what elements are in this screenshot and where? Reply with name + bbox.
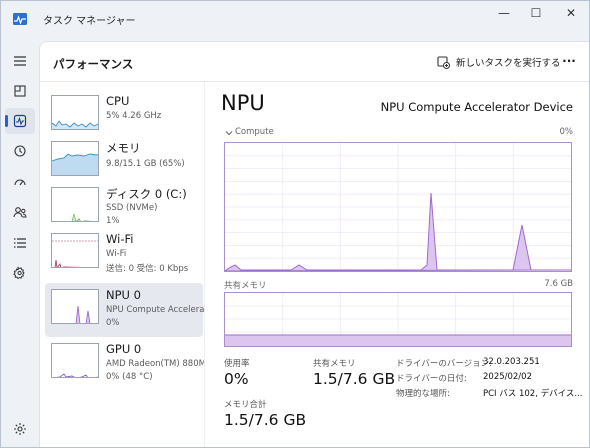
device-type: NPU Compute Accelerator Device xyxy=(106,305,204,315)
usage-label: 使用率 xyxy=(224,359,250,369)
physical-location-value: PCI バス 102, デバイス... xyxy=(483,389,583,399)
performance-page: パフォーマンス 新しいタスクを実行する ··· CPU 5% 4.26 GHz xyxy=(39,41,589,447)
task-manager-icon xyxy=(13,13,27,25)
npu-thumbnail-graph xyxy=(51,289,99,324)
device-full-name: NPU Compute Accelerator Device xyxy=(380,100,573,114)
memory-thumbnail-graph xyxy=(51,141,99,176)
shared-memory-graph xyxy=(224,292,572,347)
compute-graph-plot xyxy=(225,143,571,271)
window-title: タスク マネージャー xyxy=(43,16,136,27)
chevron-down-icon[interactable] xyxy=(225,129,233,137)
device-name: Wi-Fi xyxy=(106,232,134,246)
list-divider xyxy=(204,82,205,447)
navigation-rail xyxy=(1,39,39,447)
compute-graph-max: 0% xyxy=(559,127,574,137)
run-task-icon xyxy=(437,55,450,69)
device-usage-temp: 0% (48 °C) xyxy=(106,372,153,382)
disk-thumbnail-graph xyxy=(51,187,99,222)
settings-button[interactable] xyxy=(9,419,31,439)
nav-services[interactable] xyxy=(5,260,35,286)
device-detail: 5% 4.26 GHz xyxy=(106,111,162,121)
gear-icon xyxy=(14,423,26,435)
page-title: パフォーマンス xyxy=(53,57,134,71)
device-usage: 0% xyxy=(106,318,120,328)
device-name: GPU 0 xyxy=(106,342,142,356)
header-divider xyxy=(40,81,589,82)
run-new-task-label: 新しいタスクを実行する xyxy=(456,58,561,69)
device-item-wifi[interactable]: Wi-Fi Wi-Fi 送信: 0 受信: 0 Kbps xyxy=(45,227,203,281)
npu-detail-pane: NPU NPU Compute Accelerator Device Compu… xyxy=(212,86,589,447)
processes-icon xyxy=(14,85,26,97)
app-history-icon xyxy=(14,145,26,157)
minimize-button[interactable]: — xyxy=(490,5,518,21)
title-bar[interactable]: タスク マネージャー — ☐ ✕ xyxy=(1,1,589,37)
nav-processes[interactable] xyxy=(5,78,35,104)
task-manager-window: タスク マネージャー — ☐ ✕ パフォーマンス 新しいタスクを実行する ···… xyxy=(0,0,590,448)
device-type: AMD Radeon(TM) 880M xyxy=(106,359,204,369)
users-icon xyxy=(13,207,27,218)
device-throughput: 送信: 0 受信: 0 Kbps xyxy=(106,264,189,274)
nav-users[interactable] xyxy=(5,199,35,225)
physical-location-label: 物理的な場所: xyxy=(396,389,450,399)
device-detail: 9.8/15.1 GB (65%) xyxy=(106,159,185,169)
shared-memory-value: 1.5/7.6 GB xyxy=(313,370,396,388)
nav-startup-apps[interactable] xyxy=(5,169,35,195)
device-type: SSD (NVMe) xyxy=(106,203,158,213)
memory-total-label: メモリ合計 xyxy=(224,400,267,410)
hamburger-menu-icon xyxy=(14,56,26,66)
shared-memory-graph-label: 共有メモリ xyxy=(224,281,267,291)
compute-graph xyxy=(224,142,572,272)
shared-memory-graph-plot xyxy=(225,293,571,346)
close-button[interactable]: ✕ xyxy=(557,5,585,21)
run-new-task-button[interactable]: 新しいタスクを実行する xyxy=(437,52,561,72)
details-icon xyxy=(14,238,26,248)
device-name: メモリ xyxy=(106,141,141,155)
nav-details[interactable] xyxy=(5,230,35,256)
driver-date-label: ドライバーの日付: xyxy=(396,374,467,384)
device-title: NPU xyxy=(221,91,265,115)
shared-memory-graph-max: 7.6 GB xyxy=(544,279,573,289)
compute-graph-label[interactable]: Compute xyxy=(235,127,274,137)
wifi-thumbnail-graph xyxy=(51,233,99,268)
device-list: CPU 5% 4.26 GHz メモリ 9.8/15.1 GB (65%) ディ… xyxy=(42,86,204,447)
nav-performance[interactable] xyxy=(5,108,35,134)
nav-menu-button[interactable] xyxy=(5,48,35,74)
nav-app-history[interactable] xyxy=(5,138,35,164)
more-options-button[interactable]: ··· xyxy=(558,52,580,72)
device-type: Wi-Fi xyxy=(106,249,127,259)
device-name: ディスク 0 (C:) xyxy=(106,187,187,201)
device-usage: 1% xyxy=(106,216,120,226)
driver-version-label: ドライバーのバージョン: xyxy=(396,359,493,369)
maximize-button[interactable]: ☐ xyxy=(522,5,550,21)
usage-value: 0% xyxy=(224,370,249,388)
startup-apps-icon xyxy=(14,179,26,186)
shared-memory-label: 共有メモリ xyxy=(313,359,356,369)
driver-version-value: 32.0.203.251 xyxy=(483,357,540,367)
driver-date-value: 2025/02/02 xyxy=(483,372,532,382)
device-item-npu[interactable]: NPU 0 NPU Compute Accelerator Device 0% xyxy=(45,283,204,337)
device-name: CPU xyxy=(106,94,130,108)
device-name: NPU 0 xyxy=(106,288,141,302)
performance-icon xyxy=(13,114,27,128)
services-icon xyxy=(13,266,25,280)
gpu-thumbnail-graph xyxy=(51,343,99,378)
memory-total-value: 1.5/7.6 GB xyxy=(224,411,307,429)
device-item-gpu[interactable]: GPU 0 AMD Radeon(TM) 880M 0% (48 °C) xyxy=(45,337,204,391)
cpu-thumbnail-graph xyxy=(51,95,99,130)
